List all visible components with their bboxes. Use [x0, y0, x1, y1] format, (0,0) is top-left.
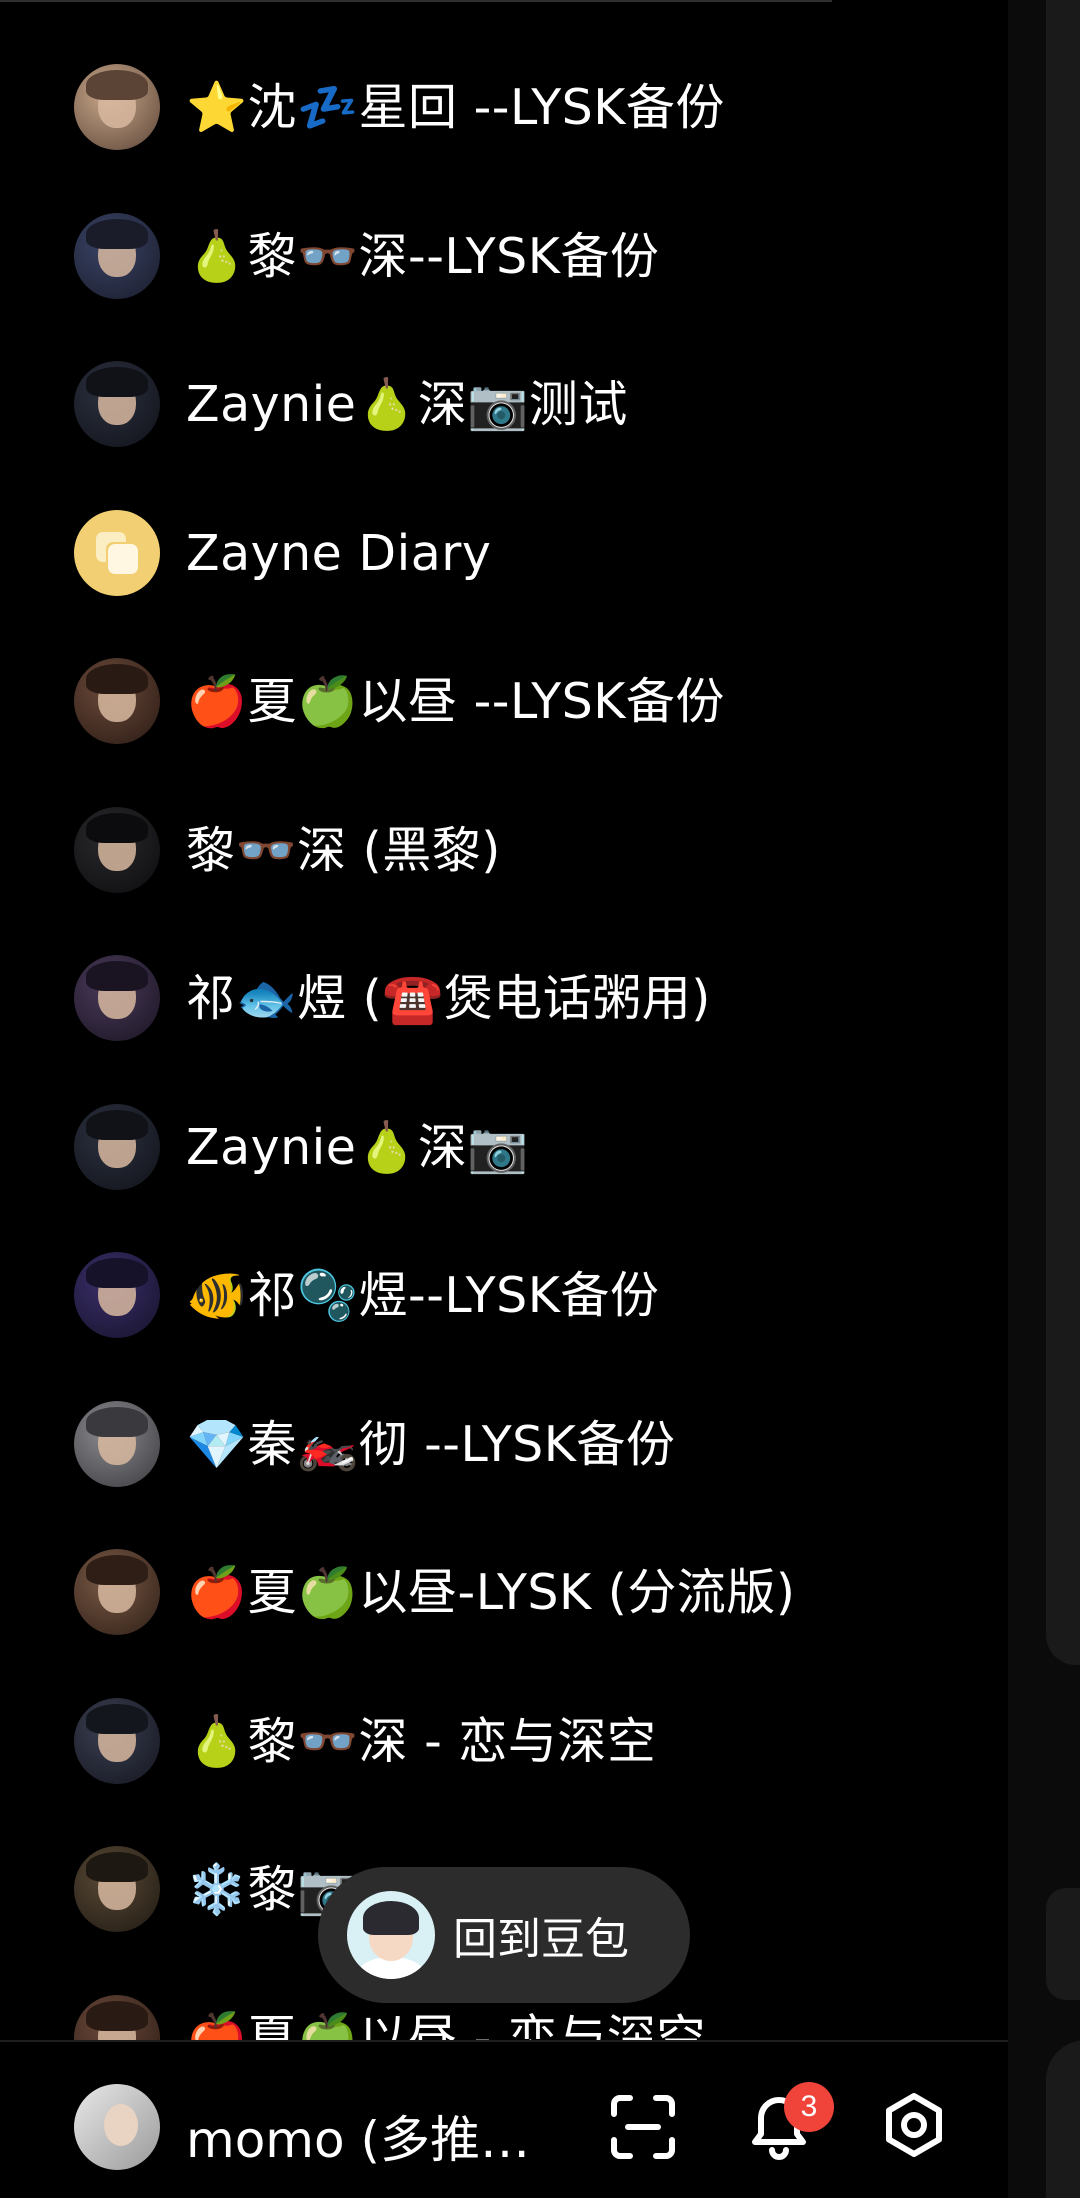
input-area: [1046, 2040, 1080, 2198]
chat-list-item[interactable]: 🍐黎👓深 - 恋与深空: [0, 1681, 1008, 1801]
chat-avatar: [74, 212, 160, 299]
doubao-avatar: [347, 1891, 435, 1979]
scan-button[interactable]: [598, 2082, 688, 2172]
chat-avatar: [74, 658, 160, 744]
chat-name: 🍐黎👓深 - 恋与深空: [186, 1712, 657, 1770]
content-card: [1046, 1888, 1080, 2000]
chat-name: Zayne Diary: [186, 524, 492, 582]
scan-icon: [611, 2095, 675, 2159]
chat-avatar: [74, 955, 160, 1041]
chat-avatar: [74, 1103, 160, 1190]
chat-list-item[interactable]: Zayne Diary: [0, 493, 1008, 613]
chat-avatar: [74, 1697, 160, 1784]
notification-badge: 3: [784, 2082, 834, 2132]
chat-name: 黎👓深 (黑黎): [186, 821, 501, 879]
chat-name: Zaynie🍐深📷测试: [186, 376, 628, 433]
back-to-doubao-label: 回到豆包: [453, 1914, 629, 1965]
chat-list-item[interactable]: 💎秦🏍️彻 --LYSK备份: [0, 1384, 1008, 1504]
chat-name: 🍎夏🍏以昼 --LYSK备份: [186, 673, 725, 730]
chat-name: ⭐沈💤星回 --LYSK备份: [186, 79, 725, 136]
chat-avatar: [74, 1994, 160, 2040]
bottom-bar: momo (多推… 3: [0, 2040, 1008, 2198]
chat-list-item[interactable]: 🐠祁🫧煜--LYSK备份: [0, 1235, 1008, 1355]
diary-icon: [74, 509, 160, 596]
user-name[interactable]: momo (多推…: [186, 2100, 530, 2172]
chat-name: 🍐黎👓深--LYSK备份: [186, 227, 660, 285]
content-card: [1046, 0, 1080, 1665]
settings-button[interactable]: [869, 2082, 959, 2172]
chat-name: 🐠祁🫧煜--LYSK备份: [186, 1267, 660, 1324]
user-avatar[interactable]: [74, 2084, 160, 2170]
chat-drawer: ⭐沈💤星回 --LYSK备份 🍐黎👓深--LYSK备份 Zaynie🍐深📷测试 Zay…: [0, 0, 1008, 2198]
chat-list-item[interactable]: Zaynie🍐深📷测试: [0, 344, 1008, 464]
chat-list-item[interactable]: ⭐沈💤星回 --LYSK备份: [0, 47, 1008, 167]
chat-avatar: [74, 1400, 160, 1487]
chat-list[interactable]: ⭐沈💤星回 --LYSK备份 🍐黎👓深--LYSK备份 Zaynie🍐深📷测试 Zay…: [0, 0, 1008, 2040]
chat-list-item[interactable]: 🍎夏🍏以昼 --LYSK备份: [0, 641, 1008, 761]
chat-name: 💎秦🏍️彻 --LYSK备份: [186, 1415, 676, 1473]
chat-avatar: [74, 1846, 160, 1932]
chat-list-item[interactable]: Zaynie🍐深📷: [0, 1087, 1008, 1207]
chat-name: 祁🐟煜 (☎️煲电话粥用): [186, 970, 711, 1027]
main-content-peek[interactable]: [1008, 0, 1080, 2198]
chat-name: Zaynie🍐深📷: [186, 1118, 529, 1176]
chat-list-item[interactable]: 黎👓深 (黑黎): [0, 790, 1008, 910]
chat-name: 🍎夏🍏以昼 - 恋与深空: [186, 2009, 706, 2041]
chat-list-item[interactable]: 祁🐟煜 (☎️煲电话粥用): [0, 938, 1008, 1058]
back-to-doubao-button[interactable]: 回到豆包: [318, 1867, 690, 2003]
chat-avatar: [74, 1252, 160, 1338]
chat-avatar: [74, 806, 160, 893]
chat-avatar: [74, 64, 160, 150]
chat-name: 🍎夏🍏以昼-LYSK (分流版): [186, 1564, 796, 1621]
gear-icon: [886, 2093, 942, 2157]
chat-avatar: [74, 1549, 160, 1635]
chat-list-item[interactable]: 🍐黎👓深--LYSK备份: [0, 196, 1008, 316]
chat-list-item[interactable]: 🍎夏🍏以昼-LYSK (分流版): [0, 1532, 1008, 1652]
chat-avatar: [74, 361, 160, 447]
